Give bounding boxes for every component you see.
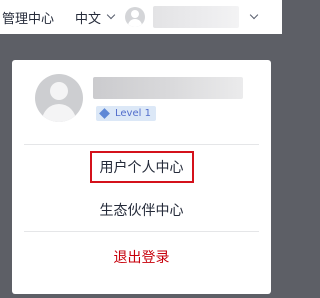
level-badge-text: Level 1 bbox=[115, 108, 151, 119]
top-nav-bar: 管理中心 中文 bbox=[0, 0, 282, 34]
menu-item-personal-center[interactable]: 用户个人中心 bbox=[12, 145, 271, 188]
username-redacted[interactable] bbox=[153, 6, 240, 28]
user-menu-chevron-icon[interactable] bbox=[249, 10, 259, 20]
admin-center-link[interactable]: 管理中心 bbox=[2, 8, 54, 27]
level-badge: Level 1 bbox=[96, 106, 156, 121]
logout-label: 退出登录 bbox=[113, 250, 170, 266]
profile-avatar-icon bbox=[35, 74, 83, 122]
profile-name-redacted bbox=[93, 77, 243, 99]
profile-summary: Level 1 bbox=[12, 60, 271, 144]
language-switcher[interactable]: 中文 bbox=[75, 8, 116, 27]
menu-item-label: 用户个人中心 bbox=[89, 150, 194, 183]
user-dropdown-menu: Level 1 用户个人中心 生态伙伴中心 退出登录 bbox=[12, 60, 271, 294]
language-label: 中文 bbox=[75, 11, 102, 27]
diamond-icon bbox=[99, 108, 110, 119]
user-avatar-icon[interactable] bbox=[125, 7, 146, 27]
logout-button[interactable]: 退出登录 bbox=[12, 232, 271, 282]
menu-item-partner-center[interactable]: 生态伙伴中心 bbox=[12, 188, 271, 231]
chevron-down-icon bbox=[106, 10, 116, 20]
menu-item-label: 生态伙伴中心 bbox=[99, 202, 184, 219]
